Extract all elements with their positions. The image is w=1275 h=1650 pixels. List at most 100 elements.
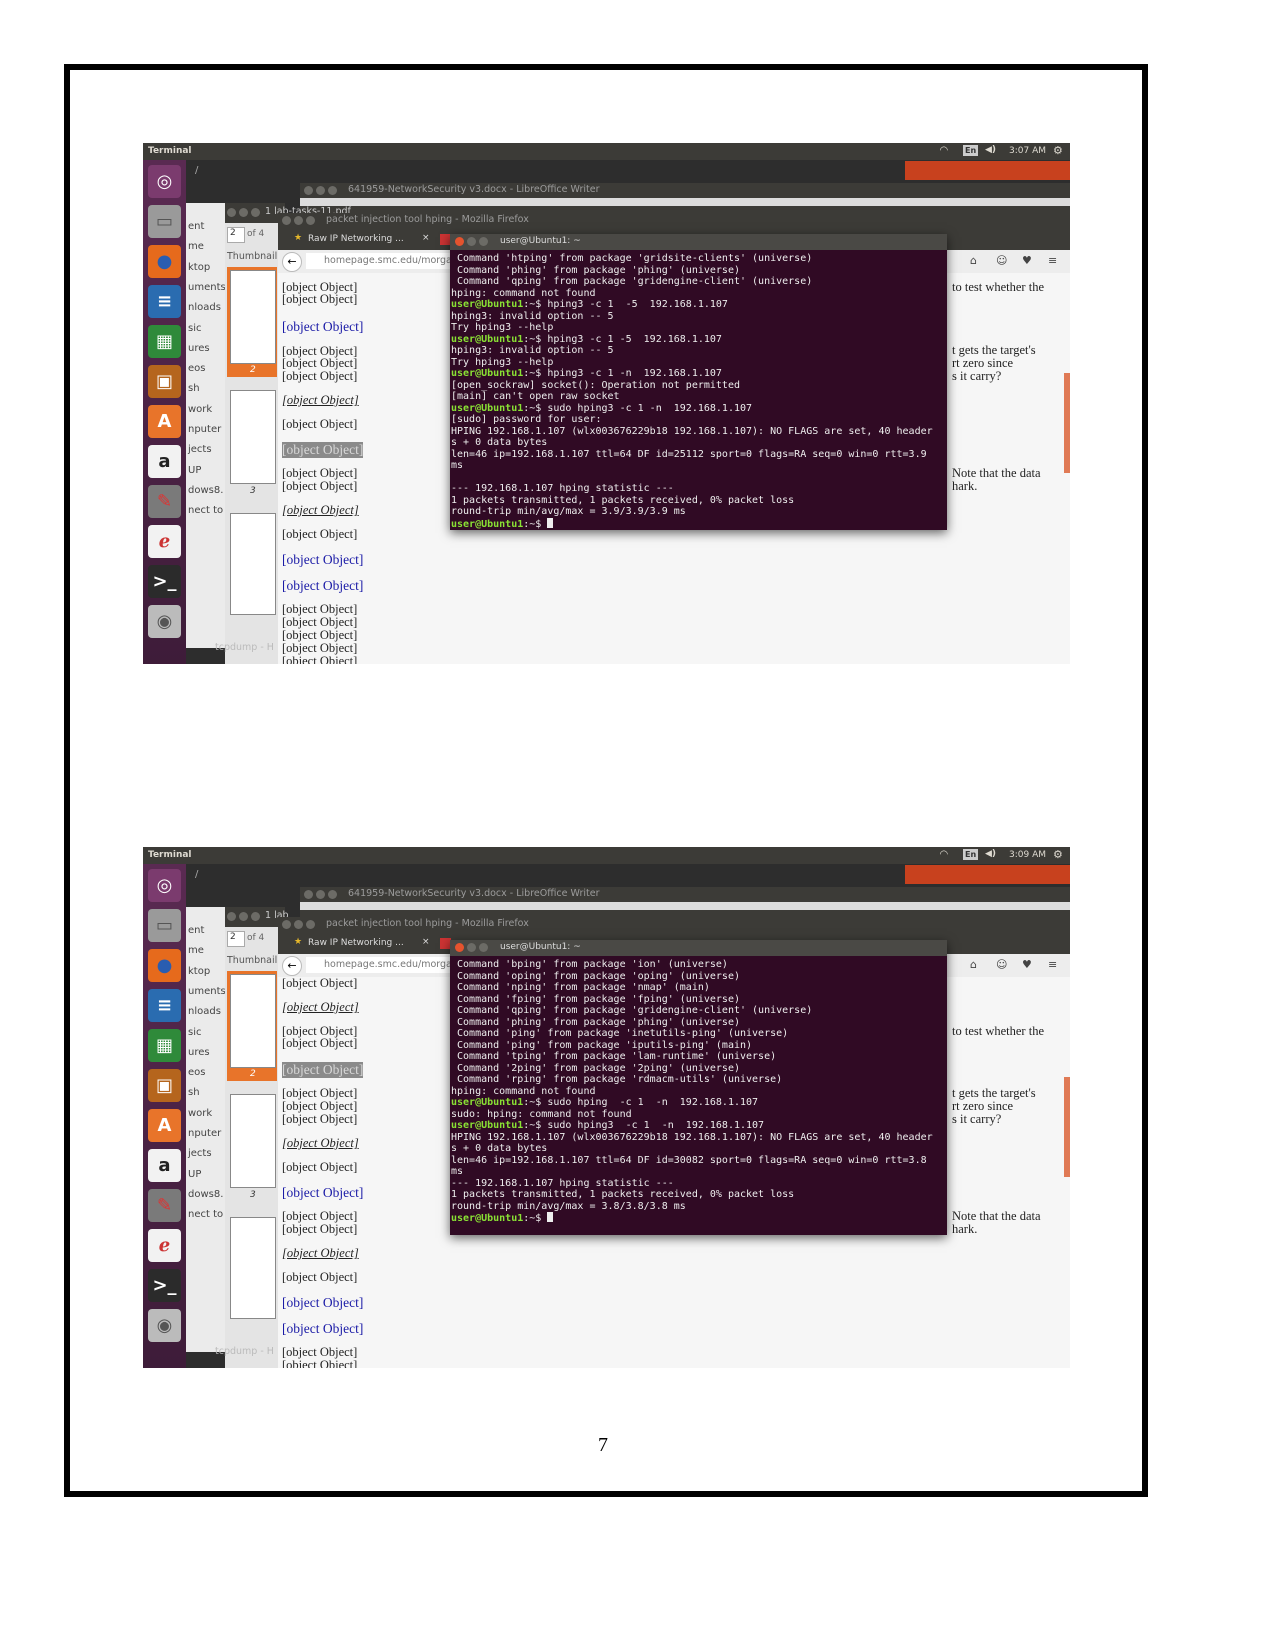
tab-close-icon[interactable]: × — [422, 233, 430, 243]
terminal-cursor[interactable] — [547, 517, 554, 528]
window-maximize-button[interactable] — [306, 920, 315, 929]
files-sidebar-item[interactable]: dows8. — [188, 1189, 223, 1200]
writer-icon[interactable]: ≡ — [148, 285, 181, 318]
files-sidebar-item[interactable]: nloads — [188, 1006, 221, 1017]
window-minimize-button[interactable] — [467, 943, 476, 952]
window-close-button[interactable] — [304, 890, 313, 899]
window-close-button[interactable] — [282, 920, 291, 929]
software-center-icon[interactable]: A — [148, 1109, 181, 1142]
disk-icon[interactable]: ◉ — [148, 1309, 181, 1342]
page-number-input[interactable]: 2 — [227, 227, 245, 243]
back-button[interactable]: ← — [282, 956, 302, 976]
window-maximize-button[interactable] — [306, 216, 315, 225]
files-sidebar-item[interactable]: UP — [188, 465, 201, 476]
pocket-icon[interactable]: ♥ — [1022, 958, 1032, 971]
url-bar[interactable]: homepage.smc.edu/morga — [306, 957, 469, 973]
files-sidebar-item[interactable]: ent — [188, 925, 204, 936]
files-sidebar-item[interactable]: ktop — [188, 966, 210, 977]
thumbnail-page[interactable] — [230, 270, 276, 364]
thumbnail-page[interactable] — [230, 390, 276, 484]
files-sidebar-item[interactable]: jects — [188, 444, 212, 455]
window-minimize-button[interactable] — [239, 208, 248, 217]
home-icon[interactable]: ⌂ — [970, 958, 977, 971]
firefox-icon[interactable]: ● — [148, 245, 181, 278]
files-sidebar-item[interactable]: me — [188, 945, 204, 956]
window-close-button[interactable] — [455, 237, 464, 246]
files-sidebar-item[interactable]: uments — [188, 986, 226, 997]
files-sidebar-item[interactable]: nloads — [188, 302, 221, 313]
chat-icon[interactable]: ☺ — [996, 254, 1007, 267]
thumbnail-page[interactable] — [230, 1094, 276, 1188]
scrollbar-thumb[interactable] — [1064, 1077, 1070, 1177]
files-sidebar-item[interactable]: sh — [188, 1087, 200, 1098]
files-sidebar-item[interactable]: sh — [188, 383, 200, 394]
gear-icon[interactable]: ⚙ — [1053, 848, 1063, 861]
browser-tab[interactable]: ★ Raw IP Networking ... × — [292, 230, 432, 250]
files-sidebar-item[interactable]: eos — [188, 363, 205, 374]
window-close-button[interactable] — [227, 208, 236, 217]
window-close-button[interactable] — [455, 943, 464, 952]
files-sidebar-item[interactable]: ures — [188, 1047, 210, 1058]
tab-close-icon[interactable]: × — [422, 937, 430, 947]
amazon-icon[interactable]: a — [148, 445, 181, 478]
keyboard-layout-indicator[interactable]: En — [963, 145, 979, 156]
document-viewer-icon[interactable]: ℯ — [148, 525, 181, 558]
document-viewer-icon[interactable]: ℯ — [148, 1229, 181, 1262]
settings-icon[interactable]: ✎ — [148, 485, 181, 518]
amazon-icon[interactable]: a — [148, 1149, 181, 1182]
window-minimize-button[interactable] — [467, 237, 476, 246]
firefox-icon[interactable]: ● — [148, 949, 181, 982]
writer-icon[interactable]: ≡ — [148, 989, 181, 1022]
window-close-button[interactable] — [227, 912, 236, 921]
chat-icon[interactable]: ☺ — [996, 958, 1007, 971]
window-maximize-button[interactable] — [479, 943, 488, 952]
files-sidebar-item[interactable]: nect to — [188, 1209, 223, 1220]
files-sidebar-item[interactable]: dows8. — [188, 485, 223, 496]
thumbnail-page[interactable] — [230, 974, 276, 1068]
impress-icon[interactable]: ▣ — [148, 1069, 181, 1102]
files-sidebar-item[interactable]: me — [188, 241, 204, 252]
files-sidebar-item[interactable]: nputer — [188, 424, 221, 435]
gear-icon[interactable]: ⚙ — [1053, 144, 1063, 157]
volume-icon[interactable]: ◀) — [985, 145, 996, 155]
window-maximize-button[interactable] — [328, 186, 337, 195]
scrollbar-thumb[interactable] — [1064, 373, 1070, 473]
terminal-icon[interactable]: >_ — [148, 565, 181, 598]
files-sidebar-item[interactable]: ktop — [188, 262, 210, 273]
window-minimize-button[interactable] — [294, 920, 303, 929]
files-sidebar-item[interactable]: ures — [188, 343, 210, 354]
window-minimize-button[interactable] — [239, 912, 248, 921]
back-button[interactable]: ← — [282, 252, 302, 272]
calc-icon[interactable]: ▦ — [148, 325, 181, 358]
window-minimize-button[interactable] — [316, 890, 325, 899]
terminal-cursor[interactable] — [547, 1212, 554, 1222]
files-sidebar-item[interactable]: work — [188, 404, 212, 415]
page-number-input[interactable]: 2 — [227, 931, 245, 947]
clock[interactable]: 3:09 AM — [1009, 850, 1046, 860]
wifi-icon[interactable]: ◠ — [940, 849, 948, 860]
files-sidebar-item[interactable]: UP — [188, 1169, 201, 1180]
files-sidebar-item[interactable]: nect to — [188, 505, 223, 516]
files-sidebar-item[interactable]: work — [188, 1108, 212, 1119]
files-icon[interactable]: ▭ — [148, 205, 181, 238]
window-close-button[interactable] — [304, 186, 313, 195]
files-icon[interactable]: ▭ — [148, 909, 181, 942]
disk-icon[interactable]: ◉ — [148, 605, 181, 638]
volume-icon[interactable]: ◀) — [985, 849, 996, 859]
files-sidebar-item[interactable]: jects — [188, 1148, 212, 1159]
window-close-button[interactable] — [282, 216, 291, 225]
keyboard-layout-indicator[interactable]: En — [963, 849, 979, 860]
pocket-icon[interactable]: ♥ — [1022, 254, 1032, 267]
settings-icon[interactable]: ✎ — [148, 1189, 181, 1222]
files-sidebar-item[interactable]: eos — [188, 1067, 205, 1078]
software-center-icon[interactable]: A — [148, 405, 181, 438]
window-maximize-button[interactable] — [251, 208, 260, 217]
window-maximize-button[interactable] — [479, 237, 488, 246]
calc-icon[interactable]: ▦ — [148, 1029, 181, 1062]
clock[interactable]: 3:07 AM — [1009, 146, 1046, 156]
files-sidebar-item[interactable]: ent — [188, 221, 204, 232]
window-minimize-button[interactable] — [316, 186, 325, 195]
home-icon[interactable]: ⌂ — [970, 254, 977, 267]
impress-icon[interactable]: ▣ — [148, 365, 181, 398]
thumbnail-page[interactable] — [230, 513, 276, 615]
